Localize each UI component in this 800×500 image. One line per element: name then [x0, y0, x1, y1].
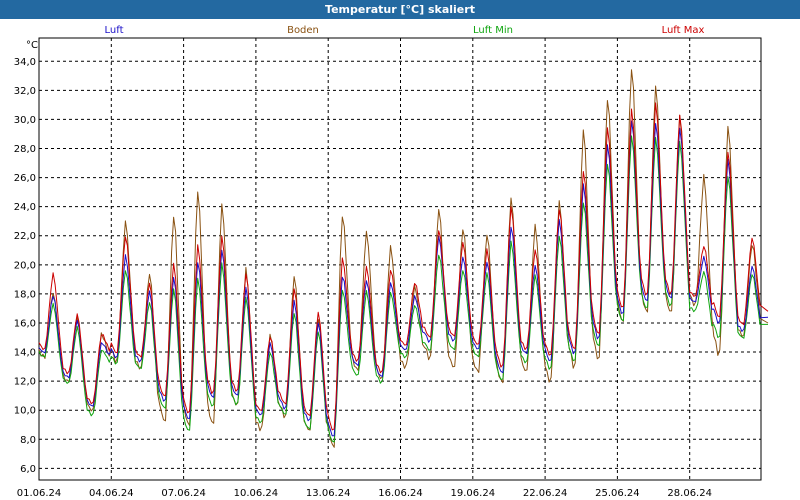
y-tick-label: 6,0 — [20, 464, 36, 475]
x-tick-label: 28.06.24 — [667, 488, 712, 499]
chart-window: Temperatur [°C] skaliert 6,0 8,0 10,0 12,0 1… — [0, 0, 800, 500]
x-tick-label: 25.06.24 — [595, 488, 640, 499]
x-tick-label: 04.06.24 — [89, 488, 134, 499]
y-axis-label: °C — [26, 40, 38, 51]
y-tick-label: 22,0 — [14, 231, 36, 242]
y-tick-label: 8,0 — [20, 435, 36, 446]
x-tick-label: 19.06.24 — [451, 488, 496, 499]
x-tick-label: 16.06.24 — [378, 488, 423, 499]
x-tick-label: 13.06.24 — [306, 488, 351, 499]
legend-luft: Luft — [105, 25, 124, 36]
legend-luft-max: Luft Max — [662, 25, 705, 36]
window-title: Temperatur [°C] skaliert — [0, 0, 800, 19]
x-tick-label: 10.06.24 — [234, 488, 279, 499]
y-tick-label: 10,0 — [14, 406, 36, 417]
y-tick-label: 18,0 — [14, 289, 36, 300]
y-tick-label: 14,0 — [14, 348, 36, 359]
y-tick-label: 16,0 — [14, 318, 36, 329]
y-tick-label: 20,0 — [14, 260, 36, 271]
y-axis: 6,0 8,0 10,0 12,0 14,0 16,0 18,0 20,0 22,0 24,0 26… — [14, 57, 36, 475]
x-axis: 01.06.24 04.06.24 07.06.24 10.06.24 13.06.24… — [17, 488, 712, 499]
legend-luft-min: Luft Min — [473, 25, 513, 36]
y-tick-label: 12,0 — [14, 377, 36, 388]
y-tick-label: 26,0 — [14, 173, 36, 184]
legend-boden: Boden — [287, 25, 319, 36]
x-tick-label: 01.06.24 — [17, 488, 62, 499]
chart-area: 6,0 8,0 10,0 12,0 14,0 16,0 18,0 20,0 22,0 24,0 26… — [14, 25, 769, 499]
y-tick-label: 34,0 — [14, 57, 36, 68]
legend: Luft Boden Luft Min Luft Max — [105, 25, 705, 36]
y-tick-label: 32,0 — [14, 86, 36, 97]
y-tick-label: 28,0 — [14, 144, 36, 155]
y-tick-label: 30,0 — [14, 115, 36, 126]
y-tick-label: 24,0 — [14, 202, 36, 213]
x-tick-label: 07.06.24 — [161, 488, 206, 499]
x-tick-label: 22.06.24 — [523, 488, 568, 499]
